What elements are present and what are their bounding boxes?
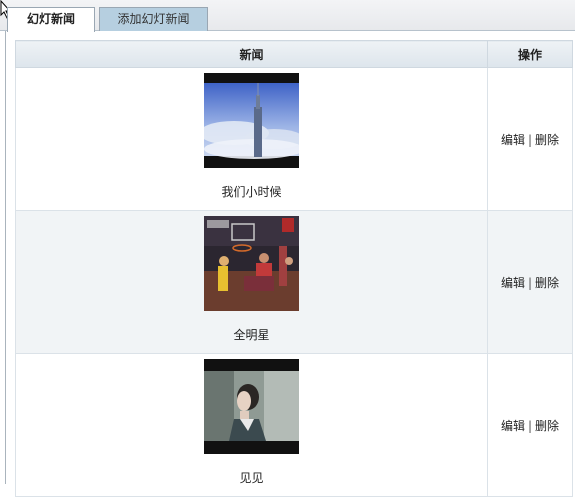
table-row: 见见 编辑 | 删除 bbox=[15, 353, 573, 497]
news-cell: 全明星 bbox=[15, 210, 488, 354]
edit-link[interactable]: 编辑 bbox=[501, 276, 525, 290]
news-thumbnail-image[interactable] bbox=[204, 73, 299, 168]
delete-link[interactable]: 删除 bbox=[535, 419, 559, 433]
edit-link[interactable]: 编辑 bbox=[501, 419, 525, 433]
actions-cell: 编辑 | 删除 bbox=[487, 353, 573, 497]
edit-link[interactable]: 编辑 bbox=[501, 133, 525, 147]
tab-add-slideshow-news[interactable]: 添加幻灯新闻 bbox=[99, 7, 208, 31]
delete-link[interactable]: 删除 bbox=[535, 276, 559, 290]
separator: | bbox=[527, 132, 533, 147]
separator: | bbox=[527, 418, 533, 433]
news-thumbnail-image[interactable] bbox=[204, 216, 299, 311]
news-cell: 见见 bbox=[15, 353, 488, 497]
news-table: 新闻 操作 我们小时候 编辑 | 删除 全明星 编辑 | 删除 见见 编辑 | … bbox=[15, 40, 573, 497]
delete-link[interactable]: 删除 bbox=[535, 133, 559, 147]
news-title: 全明星 bbox=[233, 328, 270, 342]
actions-cell: 编辑 | 删除 bbox=[487, 67, 573, 211]
panel-left-border bbox=[5, 31, 6, 484]
news-title: 见见 bbox=[239, 471, 264, 485]
column-header-news: 新闻 bbox=[15, 40, 488, 68]
column-header-actions: 操作 bbox=[487, 40, 573, 68]
separator: | bbox=[527, 275, 533, 290]
table-row: 全明星 编辑 | 删除 bbox=[15, 210, 573, 354]
actions-cell: 编辑 | 删除 bbox=[487, 210, 573, 354]
news-thumbnail-image[interactable] bbox=[204, 359, 299, 454]
table-row: 我们小时候 编辑 | 删除 bbox=[15, 67, 573, 211]
tab-slideshow-news[interactable]: 幻灯新闻 bbox=[7, 7, 95, 32]
news-title: 我们小时候 bbox=[221, 185, 282, 199]
news-cell: 我们小时候 bbox=[15, 67, 488, 211]
